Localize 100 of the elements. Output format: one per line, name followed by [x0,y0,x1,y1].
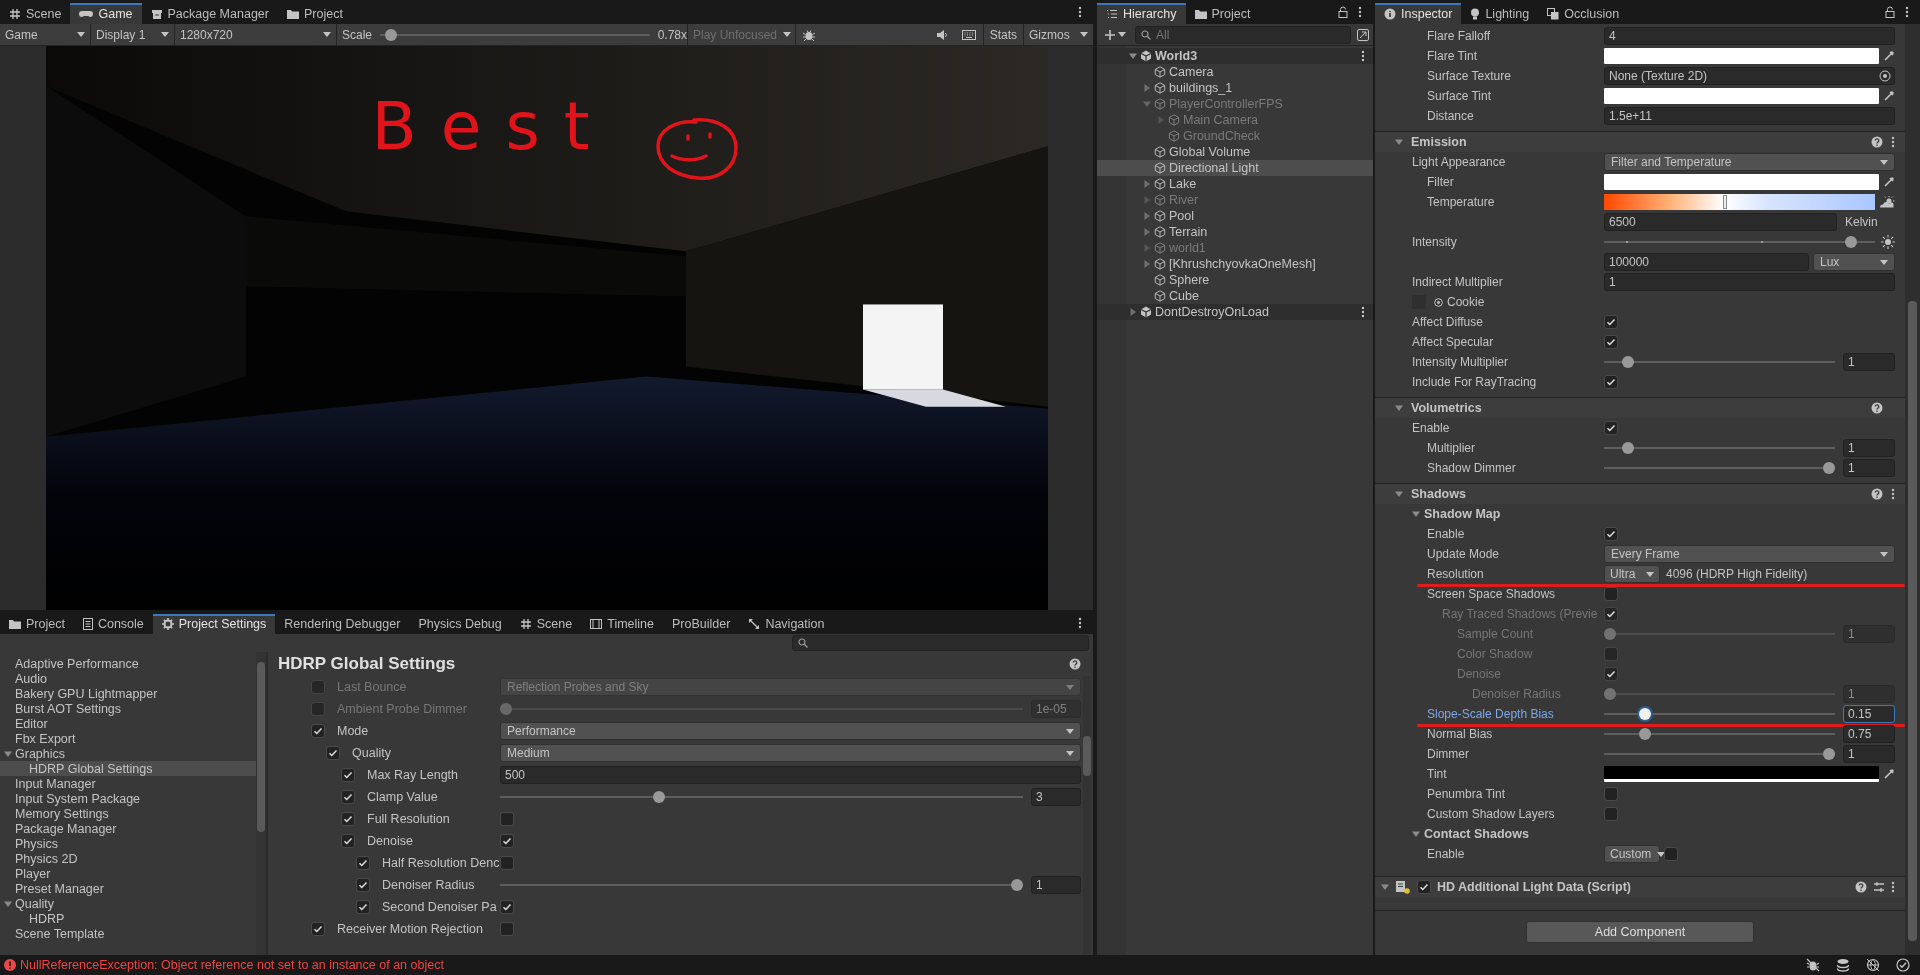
scrollbar[interactable] [1905,24,1920,955]
checkbox[interactable] [500,856,514,870]
slider-handle[interactable] [653,791,666,803]
menu-icon[interactable] [1905,6,1909,18]
expand-arrow-icon[interactable] [1395,138,1403,146]
number-field[interactable]: 1.5e+11 [1604,107,1895,125]
list-item[interactable]: Preset Manager [0,881,256,896]
checkbox[interactable] [500,834,514,848]
number-field[interactable]: 1 [1843,745,1895,763]
cloud-sun-icon[interactable] [1879,196,1895,208]
dropdown[interactable]: Display 1 [91,24,175,45]
tree-item[interactable]: Camera [1097,64,1373,80]
scrollbar[interactable] [1083,676,1091,955]
checkbox[interactable] [500,812,514,826]
search-field[interactable]: All [1135,25,1351,44]
slider-handle[interactable] [1639,728,1652,740]
tree-item[interactable]: DontDestroyOnLoad [1097,304,1373,320]
list-item[interactable]: Physics 2D [0,851,256,866]
tree-item[interactable]: Global Volume [1097,144,1373,160]
list-item[interactable]: Physics [0,836,256,851]
tree-item[interactable]: World3 [1097,48,1373,64]
checkbox[interactable] [356,878,370,892]
number-field[interactable]: 100000 [1604,253,1809,271]
menu-icon[interactable] [1361,306,1365,318]
dropdown[interactable]: Every Frame [1604,545,1895,563]
checkbox[interactable] [1604,787,1618,801]
help-icon[interactable] [1871,402,1883,414]
slider-handle[interactable] [1621,442,1634,454]
checkbox[interactable] [1664,847,1678,861]
eyedropper-icon[interactable] [1883,176,1895,188]
list-item[interactable]: Adaptive Performance [0,656,256,671]
number-field[interactable]: 1 [1843,459,1895,477]
list-item[interactable]: HDRP [0,911,256,926]
tab[interactable]: Lighting [1461,3,1539,24]
checkbox[interactable] [311,922,325,936]
list-item[interactable]: Input Manager [0,776,256,791]
checkbox[interactable] [341,790,355,804]
tab[interactable]: Console [73,614,153,634]
section-header[interactable]: Emission [1375,131,1905,152]
list-item[interactable]: Scene Template [0,926,256,941]
tab[interactable]: Navigation [739,614,834,634]
expand-arrow-icon[interactable] [1381,883,1389,891]
tab[interactable]: Rendering Debugger [275,614,410,634]
list-item[interactable]: Package Manager [0,821,256,836]
tree-item[interactable]: buildings_1 [1097,80,1373,96]
checkbox[interactable] [1417,880,1431,894]
menu-icon[interactable] [1891,488,1895,500]
expand-arrow-icon[interactable] [1395,490,1403,498]
number-field[interactable]: 1 [1843,439,1895,457]
help-icon[interactable] [1871,488,1883,500]
section-header[interactable]: Volumetrics [1375,397,1905,418]
expand-arrow-icon[interactable] [1412,830,1420,838]
tab[interactable]: Inspector [1375,3,1462,24]
expand-arrow-icon[interactable] [1129,308,1137,316]
dropdown[interactable]: Performance [500,722,1081,740]
eyedropper-icon[interactable] [1883,768,1895,780]
check-circle-icon[interactable] [1896,958,1910,972]
search-field[interactable] [792,635,1089,651]
checkbox[interactable] [1604,421,1618,435]
dropdown[interactable]: Ultra [1604,565,1660,583]
error-icon[interactable] [4,959,16,971]
menu-icon[interactable] [1891,881,1895,893]
number-field[interactable]: 4 [1604,27,1895,45]
menu-icon[interactable] [1358,6,1362,18]
lock-icon[interactable] [1885,6,1895,18]
checkbox[interactable] [1604,527,1618,541]
number-field[interactable]: 3 [1031,788,1081,806]
slider-handle[interactable] [385,28,398,41]
sliders-icon[interactable] [1873,881,1885,893]
list-item[interactable]: Quality [0,896,256,911]
menu-icon[interactable] [1078,6,1082,18]
list-item[interactable]: Fbx Export [0,731,256,746]
checkbox[interactable] [326,746,340,760]
list-item[interactable]: Graphics [0,746,256,761]
slider-handle[interactable] [1723,195,1728,209]
dropdown[interactable]: Medium [500,744,1081,762]
color-field[interactable] [1604,174,1879,190]
tab[interactable]: Project [1185,3,1260,24]
menu-icon[interactable] [1078,617,1082,629]
menu-icon[interactable] [1361,50,1365,62]
slider-handle[interactable] [1823,462,1835,474]
dropdown[interactable]: Filter and Temperature [1604,153,1895,171]
slider-handle[interactable] [1823,748,1835,760]
checkbox[interactable] [500,922,514,936]
tab[interactable]: Hierarchy [1097,3,1186,24]
list-item[interactable]: Burst AOT Settings [0,701,256,716]
tree-item[interactable]: Sphere [1097,272,1373,288]
list-item[interactable]: Bakery GPU Lightmapper [0,686,256,701]
slider-handle[interactable] [1011,879,1023,891]
eyedropper-icon[interactable] [1883,50,1895,62]
tree-item[interactable]: Cube [1097,288,1373,304]
tab[interactable]: ProBuilder [663,614,740,634]
list-item[interactable]: Player [0,866,256,881]
checkbox[interactable] [500,900,514,914]
tab[interactable]: Package Manager [141,3,278,24]
tab[interactable]: Game [70,3,142,24]
list-item[interactable]: Audio [0,671,256,686]
target-icon[interactable] [1879,70,1891,82]
bug-icon[interactable] [803,28,815,41]
color-field[interactable] [1604,48,1879,64]
